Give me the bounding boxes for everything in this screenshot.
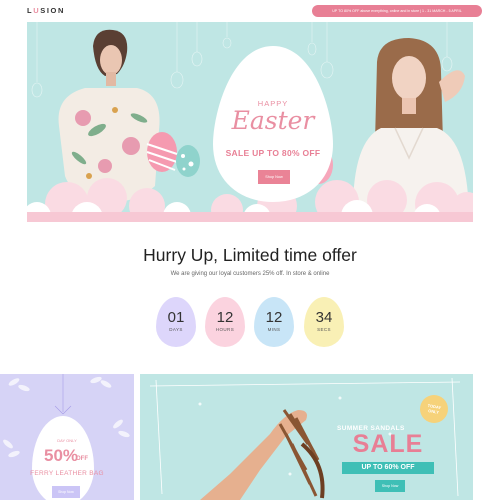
countdown-secs-value: 34 (315, 309, 333, 326)
promo-announcement[interactable]: UP TO 80% OFF above everything, online a… (312, 5, 482, 17)
sandals-discount-ribbon: UP TO 60% OFF (342, 462, 434, 474)
countdown-hours-value: 12 (216, 309, 234, 326)
countdown-secs: 34 SECS (304, 297, 344, 347)
hero-sale-text: SALE UP TO 80% OFF (225, 148, 321, 158)
countdown-mins: 12 MINS (254, 297, 294, 347)
easter-egg-striped-icon (146, 132, 178, 172)
offer-subtitle: We are giving our loyal customers 25% of… (170, 271, 330, 277)
bag-off-label: OFF (76, 456, 88, 462)
leather-bag-banner[interactable] (0, 374, 134, 500)
hero-easter-title: Easter (231, 106, 315, 135)
hand-with-sandal-image (200, 409, 325, 500)
easter-egg-teal-icon (176, 145, 200, 177)
bag-day-only-label: DAY ONLY (57, 438, 77, 443)
countdown-days-value: 01 (167, 309, 185, 326)
offer-title: Hurry Up, Limited time offer (143, 245, 357, 265)
countdown-mins-value: 12 (265, 309, 283, 326)
countdown-hours: 12 HOURS (205, 297, 245, 347)
bag-shop-now-button[interactable]: Shop Now (52, 486, 80, 498)
countdown-secs-label: SECS (317, 327, 331, 332)
site-logo[interactable]: LUSION (27, 6, 65, 15)
countdown-mins-label: MINS (267, 327, 281, 332)
countdown-days: 01 DAYS (156, 297, 196, 347)
hero-promo-card: HAPPY Easter SALE UP TO 80% OFF Shop Now (211, 44, 335, 204)
site-header: LUSION UP TO 80% OFF above everything, o… (0, 0, 500, 22)
hero-shop-now-button[interactable]: Shop Now (258, 170, 290, 184)
hero-banner: HAPPY Easter SALE UP TO 80% OFF Shop Now (27, 22, 473, 222)
sandals-shop-now-button[interactable]: Shop Now (375, 480, 405, 492)
countdown-days-label: DAYS (169, 327, 183, 332)
bag-discount-percent: 50% (44, 446, 79, 465)
countdown-hours-label: HOURS (215, 327, 235, 332)
bag-product-name: FERRY LEATHER BAG (30, 470, 104, 477)
sandals-sale-word: SALE (352, 430, 424, 458)
